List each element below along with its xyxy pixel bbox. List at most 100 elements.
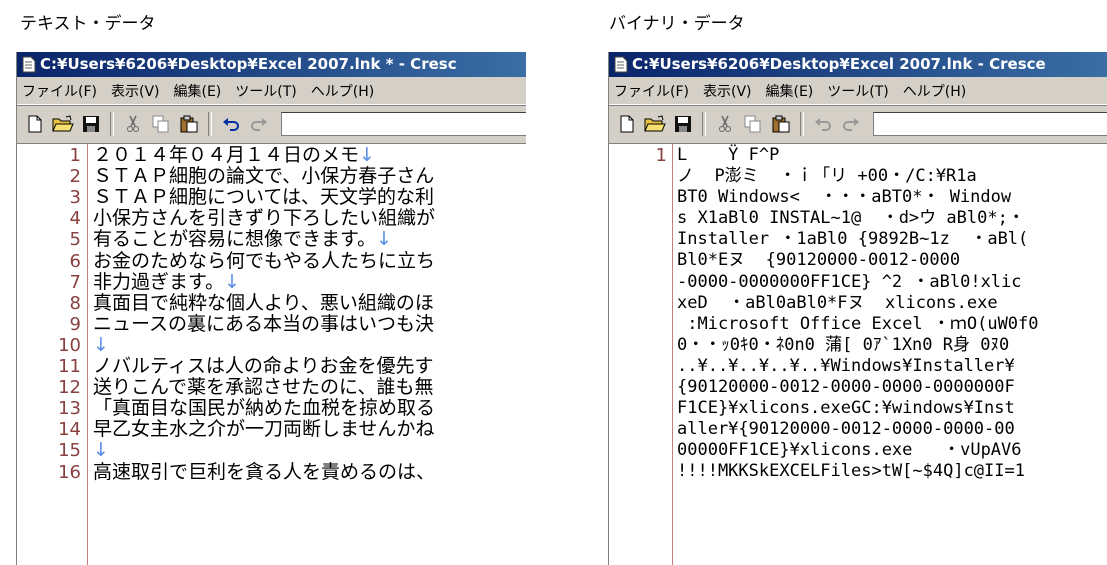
menu-help[interactable]: ヘルプ(H) (311, 81, 374, 101)
line-number: 13 (58, 398, 81, 420)
line-text: ノバルティスは人の命よりお金を優先す (93, 356, 433, 377)
binary-line: Installer ・1aBl0 {9892B~1z ・aBl( (677, 229, 1029, 250)
binary-line: 00000FF1CE}¥xlicons.exe ・vUpAV6 (677, 440, 1022, 461)
line-text: 小保方さんを引きずり下ろしたい組織が (93, 208, 435, 229)
editor-line: 4 小保方さんを引きずり下ろしたい組織が (17, 208, 526, 230)
open-folder-icon[interactable] (643, 112, 667, 136)
editor-line: 3 ＳＴＡＰ細胞については、天文学的な利 (17, 186, 526, 209)
menu-file[interactable]: ファイル(F) (22, 81, 97, 101)
save-icon[interactable] (79, 112, 103, 136)
menu-view[interactable]: 表示(V) (111, 81, 160, 101)
toolbar-separator (800, 112, 804, 136)
line-content: ２０１４年０４月１４日のメモ (93, 144, 360, 166)
text-editor-area[interactable]: 1 ２０１４年０４月１４日のメモ↓ 2 ＳＴＡＰ細胞の論文で、小保方春子さん 3 ＳＴＡＰ… (17, 143, 526, 565)
menu-bar: ファイル(F) 表示(V) 編集(E) ツール(T) ヘルプ(H) (609, 77, 1107, 105)
menu-edit[interactable]: 編集(E) (174, 81, 222, 101)
line-number: 5 (69, 229, 81, 251)
search-input[interactable] (873, 112, 1107, 136)
copy-icon[interactable] (149, 112, 173, 136)
line-number: 16 (58, 461, 81, 483)
menu-file[interactable]: ファイル(F) (614, 81, 689, 101)
line-number: 7 (69, 271, 81, 293)
newline-mark-icon: ↓ (376, 228, 393, 251)
binary-line: xeD ・aBl0aBl0*Fヌ xlicons.exe (677, 292, 998, 313)
binary-line: Bl0*Eヌ {90120000-0012-0000 (677, 250, 961, 271)
line-text: 真面目で純粋な個人より、悪い組織のほ (93, 291, 434, 314)
new-file-icon[interactable] (23, 112, 47, 136)
binary-line: aller¥{90120000-0012-0000-0000-00 (677, 419, 1015, 440)
text-editor-window: C:¥Users¥6206¥Desktop¥Excel 2007.lnk * -… (16, 52, 526, 565)
toolbar-separator (110, 112, 114, 136)
newline-mark-icon: ↓ (93, 333, 109, 356)
menu-view[interactable]: 表示(V) (703, 81, 752, 101)
paste-icon[interactable] (769, 112, 793, 136)
save-icon[interactable] (671, 112, 695, 136)
line-number: 11 (58, 356, 81, 377)
undo-icon[interactable] (811, 112, 835, 136)
editor-line: 2 ＳＴＡＰ細胞の論文で、小保方春子さん (17, 166, 526, 188)
cut-icon[interactable] (713, 112, 737, 136)
line-text: ↓ (93, 333, 109, 356)
redo-icon[interactable] (839, 112, 863, 136)
text-data-caption: テキスト・データ (20, 14, 156, 34)
menu-help[interactable]: ヘルプ(H) (903, 81, 966, 101)
editor-line: 13 「真面目な国民が納めた血税を掠め取る (17, 398, 526, 420)
line-content: ニュースの裏にある本当の事はいつも決 (93, 312, 435, 335)
new-file-icon[interactable] (615, 112, 639, 136)
binary-editor-area[interactable]: 1 L Ÿ F^P ノ P澎ミ ・ｉ「リ +00・/C:¥R1a BT0 Windo… (609, 143, 1107, 565)
line-content: ＳＴＡＰ細胞については、天文学的な利 (93, 186, 435, 209)
line-content: ノバルティスは人の命よりお金を優先す (93, 355, 434, 377)
editor-line: 1 ２０１４年０４月１４日のメモ↓ (17, 145, 526, 167)
editor-line: 10 ↓ (17, 333, 526, 356)
open-folder-icon[interactable] (51, 112, 75, 136)
newline-mark-icon: ↓ (224, 270, 241, 293)
window-title: C:¥Users¥6206¥Desktop¥Excel 2007.lnk * -… (40, 55, 457, 73)
menu-edit[interactable]: 編集(E) (766, 81, 814, 101)
cut-icon[interactable] (121, 112, 145, 136)
line-text: ↓ (93, 440, 109, 461)
toolbar (609, 105, 1107, 142)
line-number: 6 (69, 250, 81, 272)
menu-tools[interactable]: ツール(T) (235, 81, 296, 101)
undo-icon[interactable] (219, 112, 243, 136)
binary-line: {90120000-0012-0000-0000-0000000F (677, 377, 1015, 398)
line-text: 早乙女主水之介が一刀両断しませんかね (93, 419, 434, 440)
title-bar[interactable]: C:¥Users¥6206¥Desktop¥Excel 2007.lnk - C… (609, 52, 1107, 77)
line-number: 2 (69, 166, 81, 188)
line-content: 真面目で純粋な個人より、悪い組織のほ (93, 291, 434, 314)
title-bar[interactable]: C:¥Users¥6206¥Desktop¥Excel 2007.lnk * -… (17, 52, 526, 77)
menu-bar: ファイル(F) 表示(V) 編集(E) ツール(T) ヘルプ(H) (17, 77, 526, 105)
binary-line: -0000-0000000FF1CE} ^2 ・aBl0!xlic (677, 271, 1022, 292)
binary-line: L Ÿ F^P (677, 145, 780, 165)
line-content: 小保方さんを引きずり下ろしたい組織が (93, 207, 436, 230)
binary-line: 0・・ｯ0ｷ0・ﾈ0n0 蒲[ 0ｱ`1Xn0 R身 0ﾇ0 (677, 334, 1010, 355)
line-number: 1 (655, 145, 667, 166)
line-content: 高速取引で巨利を貪る人を責めるのは、 (93, 460, 436, 483)
line-content: 送りこんで薬を承認させたのに、誰も無 (93, 376, 434, 399)
redo-icon[interactable] (247, 112, 271, 136)
line-text: ２０１４年０４月１４日のメモ↓ (93, 145, 375, 166)
line-text: ニュースの裏にある本当の事はいつも決 (93, 312, 435, 335)
editor-line: 8 真面目で純粋な個人より、悪い組織のほ (17, 291, 526, 314)
editor-line: 11 ノバルティスは人の命よりお金を優先す (17, 356, 526, 378)
toolbar (17, 105, 526, 142)
binary-line: BT0 Windows< ・・・aBT0*・ Window (677, 187, 1012, 208)
binary-line: :Microsoft Office Excel ・ｍO(uW0f0 (677, 313, 1039, 334)
line-number: 14 (58, 419, 81, 441)
paste-icon[interactable] (177, 112, 201, 136)
binary-line: s X1aBl0 INSTAL~1@ ・d>ウ aBl0*;・ (677, 208, 1025, 229)
search-input[interactable] (281, 112, 526, 136)
document-icon (614, 56, 628, 73)
line-number: 4 (69, 208, 81, 230)
editor-line: 16 高速取引で巨利を貪る人を責めるのは、 (17, 460, 526, 483)
line-number: 10 (58, 334, 81, 356)
copy-icon[interactable] (741, 112, 765, 136)
line-content: 早乙女主水之介が一刀両断しませんかね (93, 418, 435, 441)
toolbar-separator (208, 112, 212, 136)
line-number: 15 (58, 440, 81, 462)
binary-content: L Ÿ F^P ノ P澎ミ ・ｉ「リ +00・/C:¥R1a BT0 Windows… (677, 145, 1039, 483)
newline-mark-icon: ↓ (359, 144, 375, 166)
editor-line: 6 お金のためなら何でもやる人たちに立ち (17, 250, 526, 272)
menu-tools[interactable]: ツール(T) (827, 81, 888, 101)
binary-data-caption: バイナリ・データ (609, 14, 745, 34)
